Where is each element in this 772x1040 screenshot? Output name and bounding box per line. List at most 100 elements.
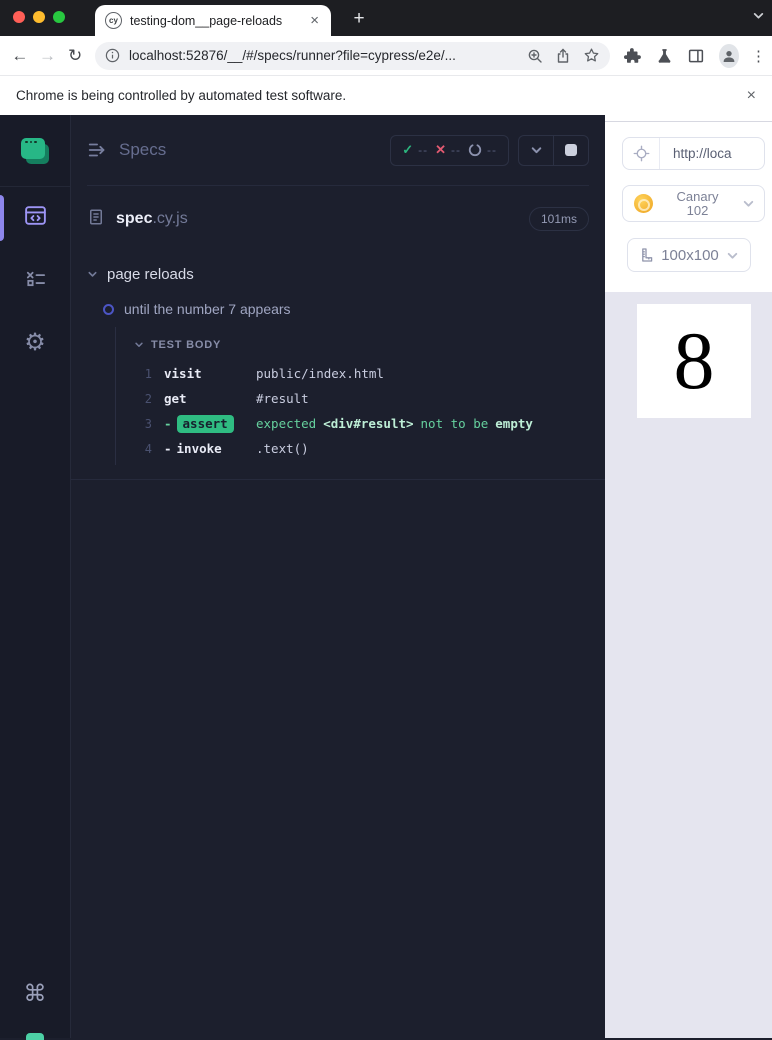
tab-search-chevron-icon[interactable] xyxy=(752,9,765,27)
result-number: 8 xyxy=(673,315,715,406)
test-running-icon xyxy=(103,303,114,315)
window-controls xyxy=(13,11,65,23)
infobar-close-icon[interactable]: × xyxy=(747,87,756,105)
aut-top-divider xyxy=(605,121,772,122)
command-number: 4 xyxy=(144,441,152,456)
automation-infobar: Chrome is being controlled by automated … xyxy=(0,75,772,115)
stat-passed: ✓ -- xyxy=(402,142,429,157)
browser-select-label: Canary 102 xyxy=(676,188,719,218)
test-row[interactable]: until the number 7 appears xyxy=(103,301,589,317)
collapse-chevron-icon[interactable] xyxy=(519,136,553,165)
cypress-app: ⚙ ⌘ Specs ✓ -- ✕ -- -- spec.cy.js 101ms … xyxy=(0,115,772,1040)
zoom-icon[interactable] xyxy=(527,48,543,64)
command-name: - invoke xyxy=(164,441,222,456)
gear-icon: ⚙ xyxy=(24,328,46,356)
test-body-title: TEST BODY xyxy=(151,339,222,351)
test-body-header[interactable]: TEST BODY xyxy=(116,339,589,351)
command-number: 2 xyxy=(144,391,152,406)
stat-pending: -- xyxy=(468,143,497,157)
canary-browser-icon xyxy=(634,194,653,213)
browser-toolbar: ← → ↻ localhost:52876/__/#/specs/runner?… xyxy=(0,36,772,75)
command-name: get xyxy=(164,391,187,406)
site-info-icon[interactable] xyxy=(105,48,120,63)
viewport-select[interactable]: 100x100 xyxy=(626,238,751,272)
cypress-logo[interactable] xyxy=(0,115,70,187)
spec-name: spec.cy.js xyxy=(116,210,188,227)
reporter-title[interactable]: Specs xyxy=(119,140,390,160)
sidebar-item-specs[interactable] xyxy=(0,187,70,249)
browser-select-chevron-icon xyxy=(742,197,755,210)
sidebar-item-settings[interactable]: ⚙ xyxy=(0,311,70,373)
stat-failed: ✕ -- xyxy=(435,142,461,157)
pending-circle-icon xyxy=(468,143,482,157)
address-bar[interactable]: localhost:52876/__/#/specs/runner?file=c… xyxy=(95,41,611,70)
test-stats: ✓ -- ✕ -- -- xyxy=(390,134,509,166)
assert-badge: assert xyxy=(176,415,234,433)
aut-viewport-area: 8 xyxy=(605,292,772,1038)
command-name: visit xyxy=(164,366,202,381)
browser-select[interactable]: Canary 102 xyxy=(622,185,765,222)
cypress-favicon-icon: cy xyxy=(105,12,122,29)
fullscreen-window-button[interactable] xyxy=(53,11,65,23)
tab-strip: cy testing-dom__page-reloads × + xyxy=(0,0,772,36)
command-row-invoke[interactable]: 4 - invoke .text() xyxy=(116,436,589,461)
share-icon[interactable] xyxy=(555,48,571,64)
spec-file-icon xyxy=(87,208,105,231)
stop-button[interactable] xyxy=(554,136,588,165)
command-number: 1 xyxy=(144,366,152,381)
sidebar-item-runs[interactable] xyxy=(0,249,70,311)
runnables: page reloads until the number 7 appears … xyxy=(71,252,605,1038)
active-indicator xyxy=(0,195,4,241)
sidebar-footer-accent xyxy=(26,1033,44,1040)
viewport-chevron-icon xyxy=(726,249,739,262)
command-row-get[interactable]: 2 get #result xyxy=(116,386,589,411)
commands-bottom-divider xyxy=(71,479,605,480)
passed-check-icon: ✓ xyxy=(402,142,414,157)
url-text[interactable]: localhost:52876/__/#/specs/runner?file=c… xyxy=(129,48,515,63)
reporter-panel: Specs ✓ -- ✕ -- -- spec.cy.js 101ms page… xyxy=(71,115,605,1038)
test-title: until the number 7 appears xyxy=(124,301,291,317)
extensions-puzzle-icon[interactable] xyxy=(624,47,642,65)
new-tab-button[interactable]: + xyxy=(346,6,372,32)
browser-tab[interactable]: cy testing-dom__page-reloads × xyxy=(95,5,331,36)
command-message: public/index.html xyxy=(256,366,384,381)
back-icon[interactable]: ← xyxy=(9,43,31,69)
ruler-icon xyxy=(638,247,654,263)
reporter-header: Specs ✓ -- ✕ -- -- xyxy=(71,115,605,185)
sidebar: ⚙ ⌘ xyxy=(0,115,71,1040)
close-window-button[interactable] xyxy=(13,11,25,23)
reload-icon[interactable]: ↻ xyxy=(64,43,86,69)
keyboard-shortcuts-icon[interactable]: ⌘ xyxy=(24,981,47,1007)
browser-menu-icon[interactable]: ⋮ xyxy=(751,47,766,65)
checklist-icon xyxy=(24,266,47,294)
tab-title: testing-dom__page-reloads xyxy=(130,13,283,28)
command-row-visit[interactable]: 1 visit public/index.html xyxy=(116,361,589,386)
selector-playground-icon[interactable] xyxy=(623,138,660,169)
side-panel-icon[interactable] xyxy=(687,47,705,65)
stop-square-icon xyxy=(565,144,577,156)
suite-row[interactable]: page reloads xyxy=(87,262,589,289)
profile-avatar[interactable] xyxy=(719,43,740,68)
aut-url-bar[interactable]: http://loca xyxy=(622,137,765,170)
test-body-block: TEST BODY 1 visit public/index.html 2 ge… xyxy=(115,327,589,465)
bookmark-star-icon[interactable] xyxy=(583,47,600,64)
minimize-window-button[interactable] xyxy=(33,11,45,23)
suite-chevron-icon xyxy=(87,269,98,280)
spec-duration-badge: 101ms xyxy=(528,207,589,231)
assert-message: expected <div#result> not to be empty xyxy=(256,416,533,431)
command-message: #result xyxy=(256,391,309,406)
tab-close-icon[interactable]: × xyxy=(308,13,321,28)
spec-row[interactable]: spec.cy.js 101ms xyxy=(71,186,605,252)
screen: cy testing-dom__page-reloads × + ← → ↻ l… xyxy=(0,0,772,1040)
command-number: 3 xyxy=(144,416,152,431)
specs-list-icon[interactable] xyxy=(87,139,109,161)
viewport-size-label: 100x100 xyxy=(661,246,719,264)
test-body-chevron-icon xyxy=(134,340,144,350)
aut-iframe[interactable]: 8 xyxy=(637,304,751,418)
aut-url-text[interactable]: http://loca xyxy=(660,146,732,161)
suite-title: page reloads xyxy=(107,266,194,283)
flask-icon[interactable] xyxy=(656,47,673,64)
run-controls xyxy=(518,134,589,166)
forward-icon[interactable]: → xyxy=(37,43,59,69)
command-row-assert[interactable]: 3 - assert expected <div#result> not to be e… xyxy=(116,411,589,436)
